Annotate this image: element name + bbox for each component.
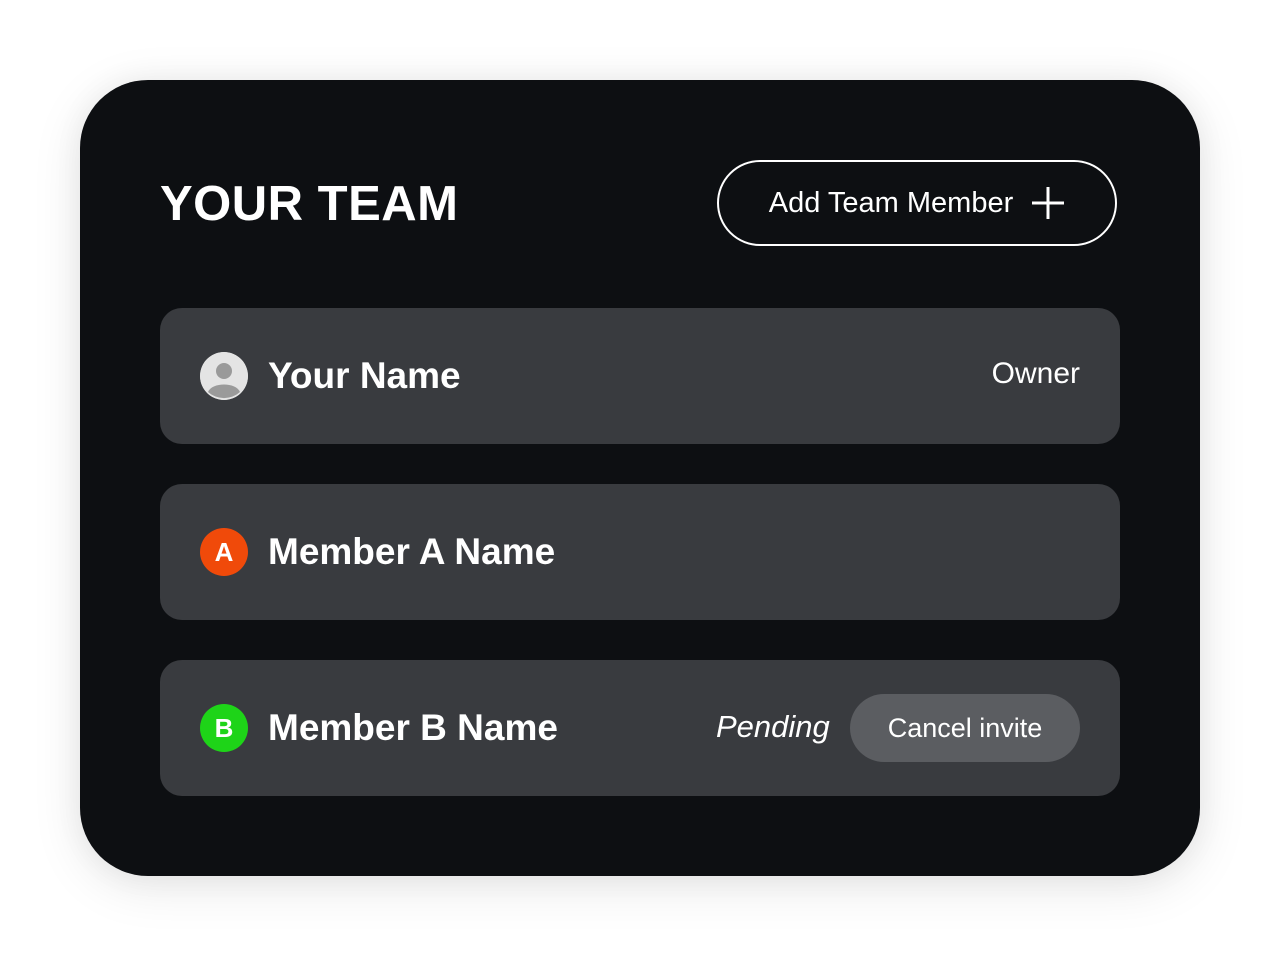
member-role: Owner [991,357,1080,390]
member-row-owner: Your Name Owner [160,308,1120,444]
member-name: Member A Name [268,531,556,572]
member-name: Member B Name [268,707,558,748]
user-avatar-icon [200,352,248,400]
add-team-member-button[interactable]: Add Team Member [717,160,1117,246]
member-initial-avatar: A [200,528,248,576]
team-card: YOUR TEAM Add Team Member Your Name Owne… [80,80,1200,876]
page-title: YOUR TEAM [160,177,459,231]
plus-icon [1031,186,1065,220]
member-row-b: B Member B Name Pending Cancel invite [160,660,1120,796]
add-team-member-label: Add Team Member [768,186,1014,219]
pending-status: Pending [716,709,830,744]
member-initial-avatar: B [200,704,248,752]
cancel-invite-button[interactable]: Cancel invite [850,694,1080,762]
member-row-a: A Member A Name [160,484,1120,620]
member-name: Your Name [268,355,461,396]
